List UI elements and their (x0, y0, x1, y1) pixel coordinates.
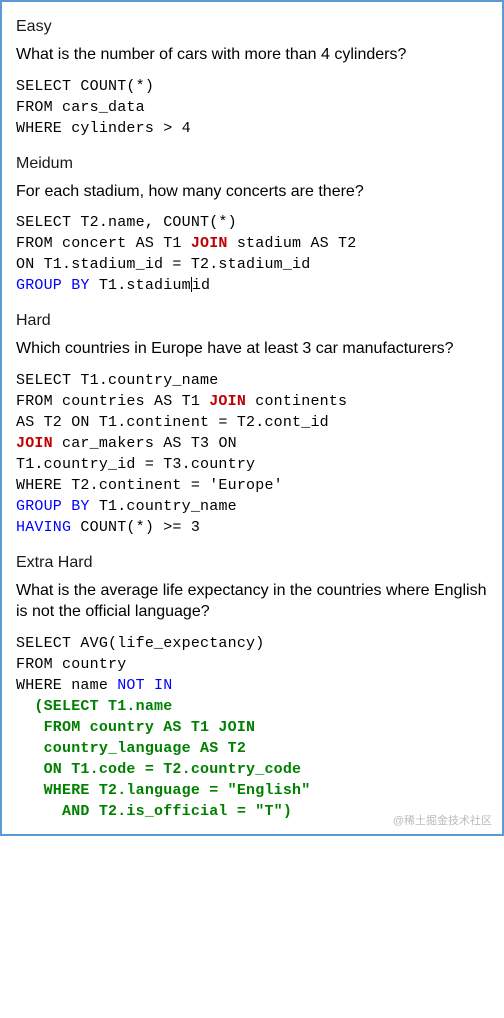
keyword-join: JOIN (16, 435, 53, 452)
question-medium: For each stadium, how many concerts are … (16, 181, 488, 203)
keyword-groupby: GROUP BY (16, 277, 90, 294)
code-line: FROM country (16, 656, 126, 673)
watermark: @稀土掘金技术社区 (393, 812, 492, 828)
code-line: WHERE cylinders > 4 (16, 120, 191, 137)
code-token: T1.stadium (90, 277, 191, 294)
code-line: SELECT COUNT(*) (16, 78, 154, 95)
keyword-join: JOIN (191, 235, 228, 252)
subquery-line: AND T2.is_official = "T") (16, 803, 292, 820)
code-line: AS T2 ON T1.continent = T2.cont_id (16, 414, 329, 431)
subquery-line: FROM country AS T1 JOIN (16, 719, 255, 736)
subquery-line: ON T1.code = T2.country_code (16, 761, 301, 778)
code-line: SELECT T1.country_name (16, 372, 218, 389)
code-hard: SELECT T1.country_name FROM countries AS… (16, 370, 488, 538)
keyword-groupby: GROUP BY (16, 498, 90, 515)
question-easy: What is the number of cars with more tha… (16, 44, 488, 66)
keyword-join: JOIN (209, 393, 246, 410)
code-token: T1.country_name (90, 498, 237, 515)
subquery-line: WHERE T2.language = "English" (16, 782, 310, 799)
code-line: FROM cars_data (16, 99, 145, 116)
code-token: stadium AS T2 (228, 235, 357, 252)
code-token: FROM countries AS T1 (16, 393, 209, 410)
code-line: SELECT T2.name, COUNT(*) (16, 214, 237, 231)
code-line: T1.country_id = T3.country (16, 456, 255, 473)
subquery-line: (SELECT T1.name (16, 698, 172, 715)
section-title-extrahard: Extra Hard (16, 554, 488, 572)
question-extrahard: What is the average life expectancy in t… (16, 580, 488, 623)
code-line: WHERE T2.continent = 'Europe' (16, 477, 283, 494)
code-line: SELECT AVG(life_expectancy) (16, 635, 264, 652)
code-token: continents (246, 393, 347, 410)
section-title-easy: Easy (16, 18, 488, 36)
question-hard: Which countries in Europe have at least … (16, 338, 488, 360)
section-title-medium: Meidum (16, 155, 488, 173)
keyword-notin: NOT IN (117, 677, 172, 694)
code-token: WHERE name (16, 677, 117, 694)
code-medium: SELECT T2.name, COUNT(*) FROM concert AS… (16, 212, 488, 296)
code-token: COUNT(*) >= 3 (71, 519, 200, 536)
code-token: car_makers AS T3 ON (53, 435, 237, 452)
code-token: FROM concert AS T1 (16, 235, 191, 252)
code-line: ON T1.stadium_id = T2.stadium_id (16, 256, 310, 273)
code-easy: SELECT COUNT(*) FROM cars_data WHERE cyl… (16, 76, 488, 139)
subquery-line: country_language AS T2 (16, 740, 246, 757)
code-extrahard: SELECT AVG(life_expectancy) FROM country… (16, 633, 488, 822)
code-token: id (192, 277, 210, 294)
keyword-having: HAVING (16, 519, 71, 536)
document-container: Easy What is the number of cars with mor… (0, 0, 504, 836)
section-title-hard: Hard (16, 312, 488, 330)
